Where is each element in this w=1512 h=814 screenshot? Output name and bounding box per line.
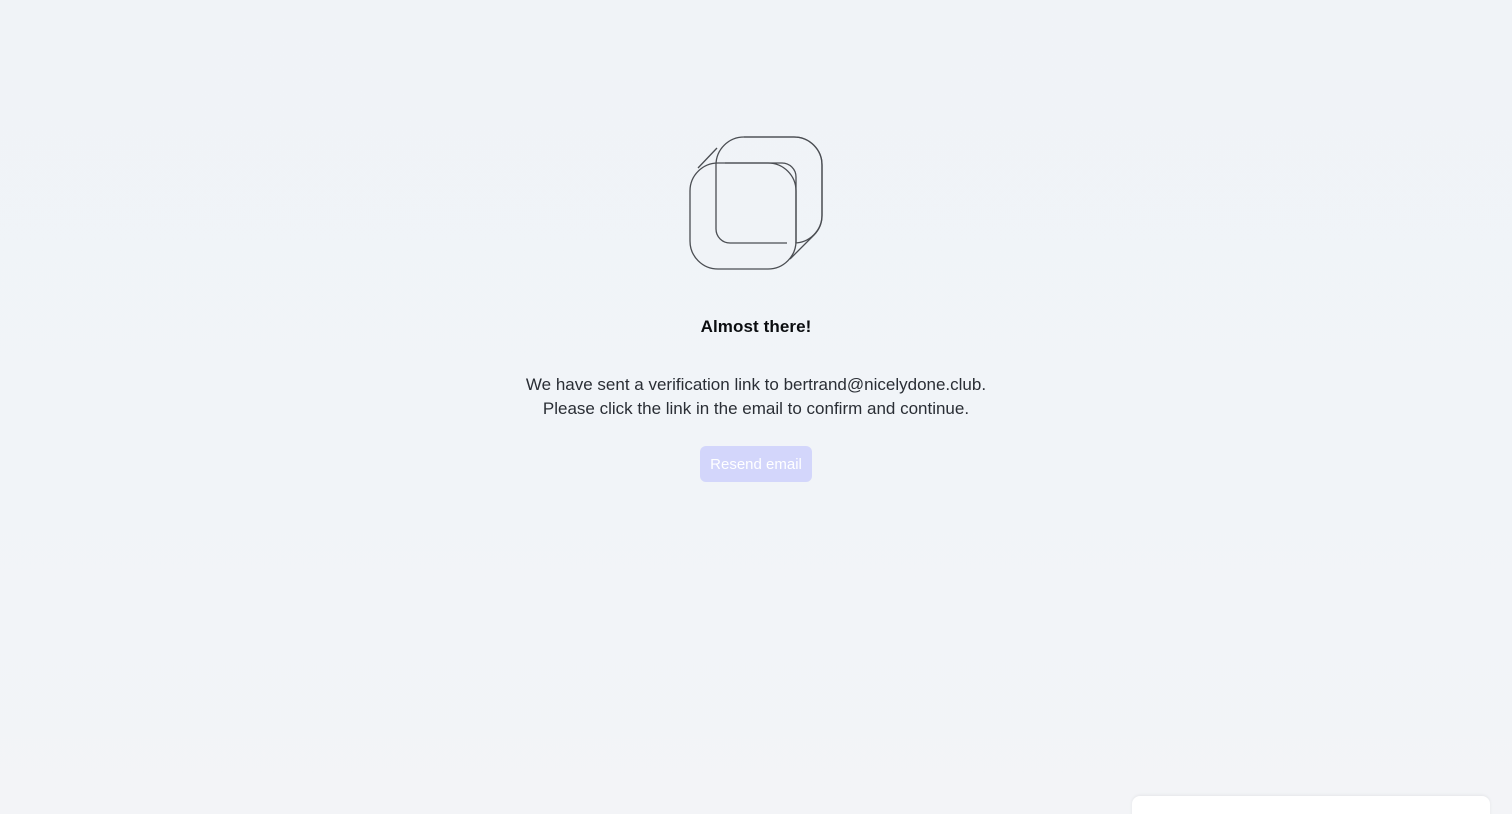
message-line-1: We have sent a verification link to bert… — [525, 375, 987, 394]
corner-widget-panel — [1132, 796, 1490, 814]
resend-email-button[interactable]: Resend email — [700, 446, 812, 482]
message-line-2: Please click the link in the email to co… — [542, 399, 970, 418]
page-title: Almost there! — [700, 317, 812, 336]
app-logo-icon — [689, 136, 823, 270]
verification-message: We have sent a verification link to bert… — [526, 373, 986, 421]
verification-page: Almost there! We have sent a verificatio… — [0, 0, 1512, 482]
